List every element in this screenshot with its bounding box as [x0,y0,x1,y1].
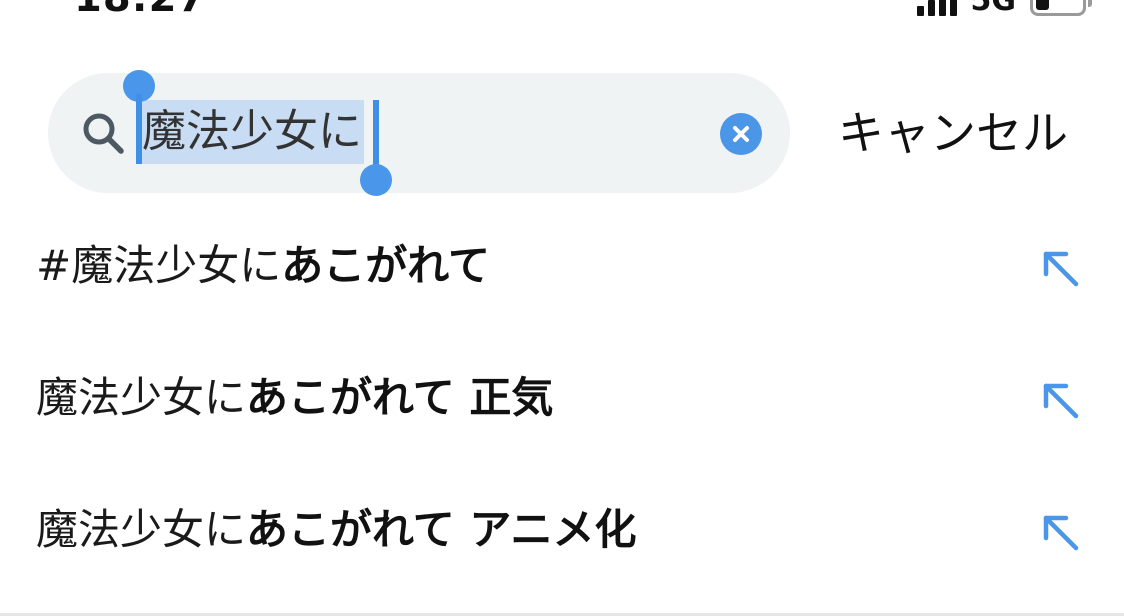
fill-arrow-icon[interactable] [1040,380,1080,420]
search-query-text[interactable]: 魔法少女に [136,100,364,164]
search-icon [83,113,124,154]
suggestion-match: 魔法少女に [36,373,247,422]
selection-end-handle[interactable] [373,100,379,172]
search-input[interactable]: 魔法少女に [136,100,364,164]
status-time: 18:27 [74,0,206,18]
suggestion-item[interactable]: 魔法少女にあこがれて 正気 [0,332,1124,464]
suggestion-text: #魔法少女にあこがれて [36,236,490,296]
suggestion-completion: あこがれて 正気 [246,373,554,422]
suggestion-list: #魔法少女にあこがれて 魔法少女にあこがれて 正気 魔法少女にあこがれて アニメ… [0,200,1124,596]
suggestion-completion: あこがれて アニメ化 [246,505,637,554]
search-screen: 18:27 5G 魔法少女に キャンセル [0,0,1124,616]
clear-search-button[interactable] [720,113,762,155]
status-indicators: 5G [916,0,1092,18]
clear-icon [733,126,749,142]
suggestion-completion: あこがれて [281,241,490,290]
selection-end-knob[interactable] [360,164,392,196]
fill-arrow-icon[interactable] [1040,512,1080,552]
battery-fill [1036,0,1049,10]
suggestion-text: 魔法少女にあこがれて 正気 [36,368,553,428]
signal-strength-icon [916,0,957,16]
suggestion-text: 魔法少女にあこがれて アニメ化 [36,500,637,560]
selection-start-handle[interactable] [136,94,142,164]
suggestion-item[interactable]: #魔法少女にあこがれて [0,200,1124,332]
cancel-button[interactable]: キャンセル [838,98,1068,168]
battery-icon [1030,0,1092,16]
fill-arrow-icon[interactable] [1040,248,1080,288]
suggestion-match: #魔法少女に [36,241,282,290]
suggestion-item[interactable]: 魔法少女にあこがれて アニメ化 [0,464,1124,596]
network-label: 5G [970,0,1017,18]
suggestion-match: 魔法少女に [36,505,247,554]
